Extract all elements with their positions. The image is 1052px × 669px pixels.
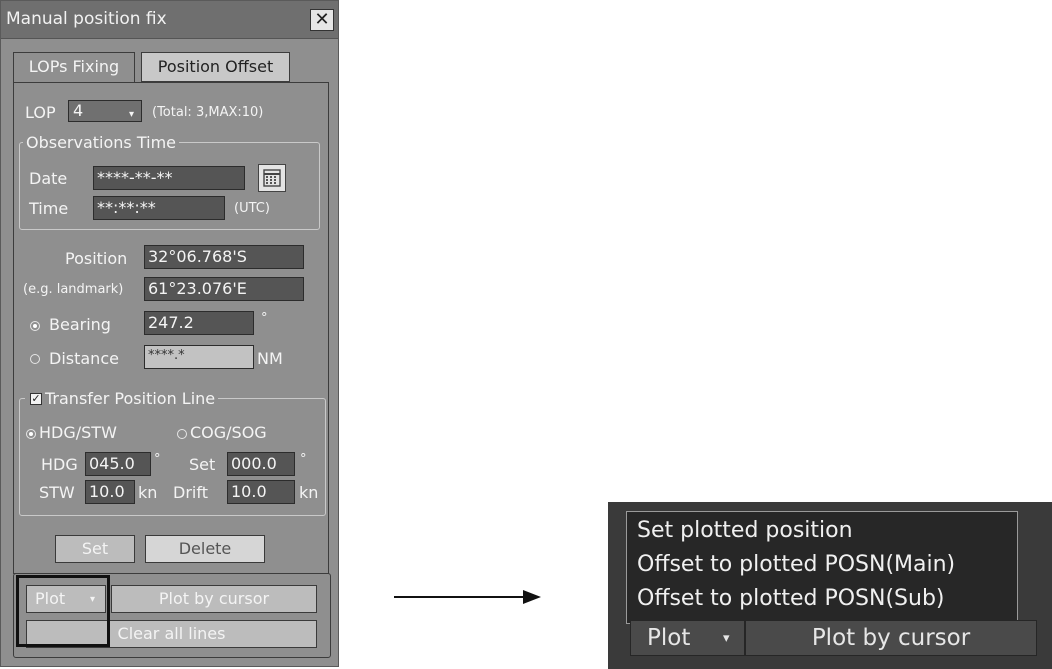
- plot-menu-detail: Set plotted position Offset to plotted P…: [608, 502, 1052, 669]
- hdg-unit: °: [154, 452, 161, 467]
- lop-total-text: (Total: 3,MAX:10): [152, 105, 264, 120]
- lop-label: LOP: [25, 103, 56, 122]
- drift-unit: kn: [299, 483, 319, 502]
- bearing-field[interactable]: 247.2: [144, 311, 254, 335]
- tab-position-offset[interactable]: Position Offset: [141, 52, 290, 82]
- plot-dropdown-button-zoom[interactable]: Plot ▾: [630, 620, 745, 656]
- position-label: Position: [65, 249, 128, 268]
- stw-unit: kn: [138, 483, 158, 502]
- distance-label: Distance: [49, 349, 119, 368]
- drift-field[interactable]: 10.0: [227, 480, 295, 504]
- stw-label: STW: [39, 483, 75, 502]
- time-field[interactable]: **:**:**: [93, 196, 225, 220]
- calendar-button[interactable]: [258, 164, 286, 192]
- drift-label: Drift: [173, 483, 208, 502]
- distance-field[interactable]: ****.*: [144, 345, 254, 369]
- calendar-icon: [263, 169, 281, 187]
- hdg-label: HDG: [41, 455, 78, 474]
- menu-item-offset-sub[interactable]: Offset to plotted POSN(Sub): [637, 586, 945, 611]
- bearing-unit: °: [261, 311, 268, 326]
- position-longitude-field[interactable]: 61°23.076'E: [144, 277, 304, 301]
- tab-lops-fixing-label: LOPs Fixing: [28, 57, 120, 76]
- close-icon: ✕: [314, 9, 330, 30]
- time-unit-label: (UTC): [234, 201, 270, 216]
- bearing-radio[interactable]: [30, 321, 40, 331]
- set-unit: °: [300, 452, 307, 467]
- menu-item-set-plotted-position[interactable]: Set plotted position: [637, 518, 853, 543]
- transfer-position-line-checkbox[interactable]: ✓: [30, 393, 42, 405]
- hdg-field[interactable]: 045.0: [85, 452, 151, 476]
- dialog-title: Manual position fix: [6, 9, 167, 29]
- position-example-label: (e.g. landmark): [23, 282, 124, 297]
- transfer-position-line-legend: Transfer Position Line: [25, 389, 219, 408]
- manual-position-fix-dialog: Manual position fix ✕ LOPs Fixing Positi…: [0, 0, 339, 667]
- hdg-stw-radio[interactable]: [26, 429, 36, 439]
- distance-radio[interactable]: [30, 354, 40, 364]
- cog-sog-label: COG/SOG: [190, 423, 267, 442]
- title-bar: Manual position fix ✕: [1, 1, 338, 39]
- close-button[interactable]: ✕: [310, 9, 334, 31]
- checkmark-icon: ✓: [31, 392, 41, 405]
- lop-select[interactable]: 4 ▾: [68, 100, 142, 122]
- time-label: Time: [29, 199, 69, 218]
- stw-field[interactable]: 10.0: [85, 480, 135, 504]
- observations-time-legend: Observations Time: [23, 133, 180, 152]
- plot-menu: Set plotted position Offset to plotted P…: [626, 511, 1018, 624]
- position-latitude-field[interactable]: 32°06.768'S: [144, 245, 304, 269]
- plot-by-cursor-button[interactable]: Plot by cursor: [111, 585, 317, 613]
- lop-selected-value: 4: [73, 101, 84, 120]
- chevron-down-icon: ▾: [723, 631, 730, 646]
- set-button[interactable]: Set: [55, 535, 135, 563]
- bearing-label: Bearing: [49, 315, 111, 334]
- chevron-down-icon: ▾: [129, 109, 135, 120]
- set-label: Set: [189, 455, 216, 474]
- plot-by-cursor-button-zoom[interactable]: Plot by cursor: [745, 620, 1037, 656]
- date-label: Date: [29, 169, 68, 188]
- delete-button[interactable]: Delete: [145, 535, 265, 563]
- tab-lops-fixing[interactable]: LOPs Fixing: [13, 52, 135, 82]
- arrow-head-icon: [523, 590, 541, 604]
- date-field[interactable]: ****-**-**: [93, 166, 245, 190]
- plot-highlight-box: [16, 575, 110, 647]
- distance-unit: NM: [257, 349, 283, 368]
- hdg-stw-label: HDG/STW: [39, 423, 117, 442]
- tab-position-offset-label: Position Offset: [157, 57, 274, 76]
- arrow-icon: [394, 596, 524, 598]
- set-field[interactable]: 000.0: [227, 452, 295, 476]
- menu-item-offset-main[interactable]: Offset to plotted POSN(Main): [637, 552, 955, 577]
- plot-zoom-label: Plot: [647, 625, 691, 651]
- cog-sog-radio[interactable]: [177, 429, 187, 439]
